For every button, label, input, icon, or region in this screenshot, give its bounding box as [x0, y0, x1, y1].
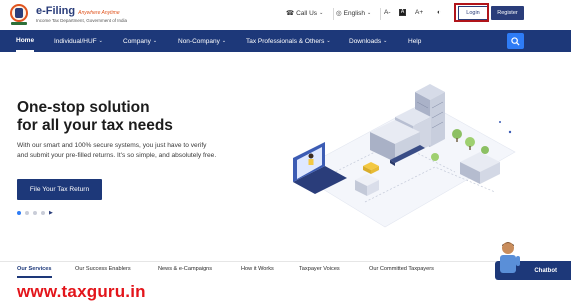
nav-label: Help — [408, 37, 422, 45]
call-us-menu[interactable]: ☎ Call Us ⌄ — [286, 9, 324, 18]
font-increase-label: A+ — [415, 9, 424, 16]
contrast-toggle[interactable]: ◐ — [437, 9, 441, 16]
search-icon — [511, 36, 520, 46]
brand-tagline: Income Tax Department, Government of Ind… — [36, 18, 127, 24]
font-decrease-label: A- — [384, 9, 391, 16]
carousel-dots: ▶ — [17, 210, 53, 216]
nav-item-home[interactable]: Home — [16, 30, 35, 52]
chevron-down-icon: ⌄ — [319, 10, 324, 16]
file-tax-return-button[interactable]: File Your Tax Return — [17, 179, 102, 200]
chatbot-label: Chatbot — [534, 267, 557, 274]
hero-title-line2: for all your tax needs — [17, 117, 173, 134]
efiling-logo[interactable]: e-Filing Anywhere Anytime Income Tax Dep… — [8, 3, 173, 27]
carousel-dot[interactable] — [41, 211, 45, 215]
font-reset-label: A — [399, 9, 406, 16]
nav-item-company[interactable]: Company ⌄ — [123, 30, 157, 52]
hero-title-line1: One-stop solution — [17, 99, 150, 116]
tab-success-enablers[interactable]: Our Success Enablers — [75, 266, 131, 272]
nav-item-downloads[interactable]: Downloads ⌄ — [349, 30, 387, 52]
header-divider — [380, 8, 381, 20]
hero-description: With our smart and 100% secure systems, … — [17, 142, 217, 159]
chevron-down-icon: ⌄ — [152, 38, 158, 44]
tab-our-services[interactable]: Our Services — [17, 266, 52, 278]
carousel-next-icon[interactable]: ▶ — [49, 210, 53, 216]
tab-how-it-works[interactable]: How it Works — [241, 266, 274, 272]
nav-label: Tax Professionals & Others — [246, 37, 325, 45]
chevron-down-icon: ⌄ — [367, 10, 372, 16]
tab-taxpayer-voices[interactable]: Taxpayer Voices — [299, 266, 340, 272]
hero-banner: One-stop solution for all your tax needs… — [0, 52, 571, 252]
top-header: e-Filing Anywhere Anytime Income Tax Dep… — [0, 0, 571, 30]
nav-item-tax-professionals[interactable]: Tax Professionals & Others ⌄ — [246, 30, 331, 52]
nav-item-non-company[interactable]: Non-Company ⌄ — [178, 30, 226, 52]
tab-news-campaigns[interactable]: News & e-Campaigns — [158, 266, 212, 272]
login-highlight-box — [454, 3, 489, 22]
nav-label: Non-Company — [178, 37, 220, 45]
chevron-down-icon: ⌄ — [98, 38, 103, 44]
watermark-text: www.taxguru.in — [17, 282, 146, 301]
nav-label: Downloads — [349, 37, 382, 45]
contrast-icon: ◐ — [437, 9, 441, 16]
chatbot-avatar-icon[interactable] — [495, 240, 521, 280]
brand-name: e-Filing — [36, 5, 76, 18]
nav-item-help[interactable]: Help — [408, 30, 421, 52]
phone-icon: ☎ — [286, 10, 295, 17]
brand-subtitle: Anywhere Anytime — [78, 10, 120, 17]
city-illustration — [293, 84, 516, 228]
nav-label: Individual/HUF — [54, 37, 97, 45]
emblem-icon — [8, 3, 30, 27]
chevron-down-icon: ⌄ — [221, 38, 227, 44]
carousel-dot[interactable] — [25, 211, 29, 215]
carousel-dot[interactable] — [33, 211, 37, 215]
nav-item-individual-huf[interactable]: Individual/HUF ⌄ — [54, 30, 103, 52]
chevron-down-icon: ⌄ — [383, 38, 388, 44]
globe-icon: ◎ — [336, 10, 342, 17]
section-tabs: Our Services Our Success Enablers News &… — [0, 261, 571, 279]
font-reset-button[interactable]: A — [399, 9, 406, 16]
nav-label: Company — [123, 37, 151, 45]
call-us-label: Call Us — [296, 9, 318, 17]
font-increase-button[interactable]: A+ — [415, 9, 423, 16]
register-button[interactable]: Register — [491, 6, 524, 20]
font-decrease-button[interactable]: A- — [384, 9, 391, 16]
chevron-down-icon: ⌄ — [326, 38, 331, 44]
hero-title: One-stop solution for all your tax needs — [17, 99, 217, 135]
header-divider — [333, 8, 334, 20]
tab-committed-taxpayers[interactable]: Our Committed Taxpayers — [369, 266, 434, 272]
main-nav: Home Individual/HUF ⌄ Company ⌄ Non-Comp… — [0, 30, 571, 52]
nav-label: Home — [16, 36, 35, 44]
language-selector[interactable]: ◎ English ⌄ — [336, 9, 372, 18]
language-label: English — [343, 9, 365, 17]
carousel-dot[interactable] — [17, 211, 21, 215]
search-button[interactable] — [507, 33, 524, 49]
